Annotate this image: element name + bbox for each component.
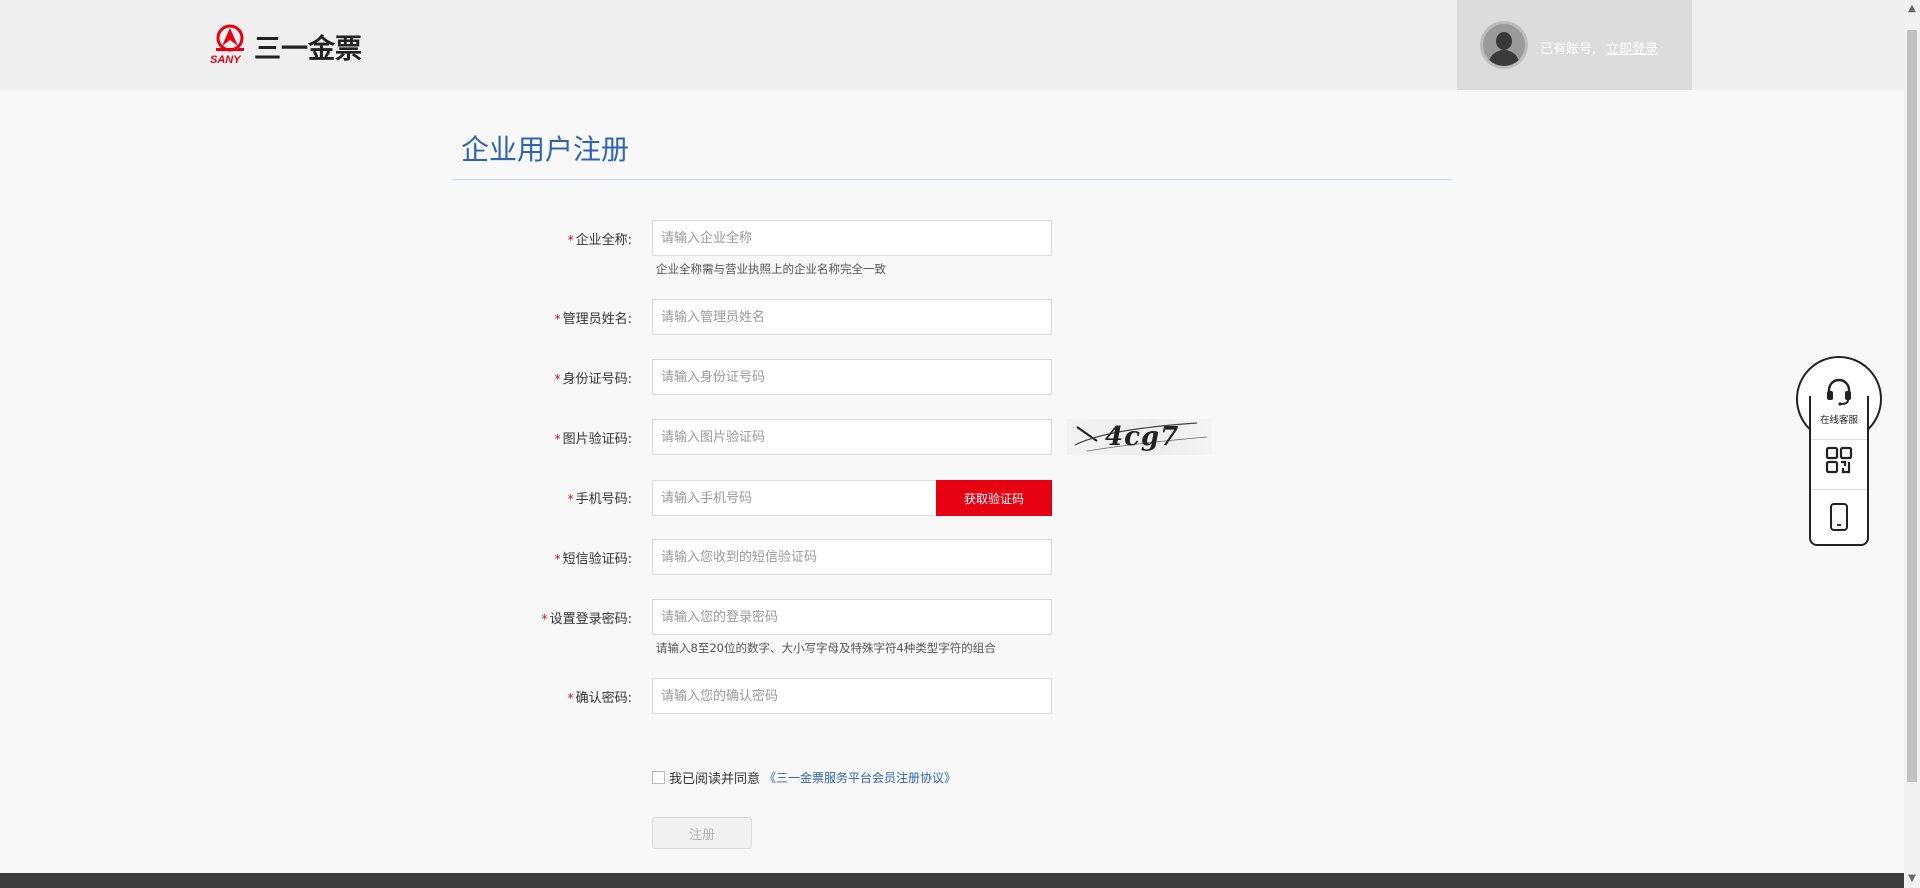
required-mark: * — [554, 432, 561, 446]
agreement-link[interactable]: 《三一金票服务平台会员注册协议》 — [764, 769, 956, 786]
required-mark: * — [567, 691, 574, 705]
required-mark: * — [567, 492, 574, 506]
title-divider — [452, 179, 1452, 180]
required-mark: * — [567, 233, 574, 247]
required-mark: * — [554, 312, 561, 326]
online-service-label: 在线客服 — [1819, 415, 1858, 426]
id-number-label: * 身份证号码: — [554, 372, 632, 387]
headset-icon — [1827, 378, 1851, 406]
scroll-up-arrow-icon[interactable]: ▲ — [1907, 4, 1917, 14]
page-scrollbar[interactable]: ▲ ▼ — [1904, 0, 1920, 888]
required-mark: * — [541, 612, 548, 626]
get-sms-code-button[interactable]: 获取验证码 — [936, 480, 1052, 516]
required-mark: * — [554, 372, 561, 386]
footer-bar — [0, 873, 1904, 888]
login-prompt: 已有账号, 立即登录 — [1540, 38, 1658, 57]
password-hint: 请输入8至20位的数字、大小写字母及特殊字符4种类型字符的组合 — [656, 641, 996, 655]
qrcode-icon — [1825, 446, 1853, 474]
floating-service-widget: 在线客服 — [1796, 356, 1882, 546]
logo-word: SANY — [210, 54, 241, 66]
mobile-phone-icon — [1830, 503, 1848, 531]
qrcode-button[interactable] — [1825, 446, 1853, 474]
scroll-down-arrow-icon[interactable]: ▼ — [1907, 874, 1917, 884]
has-account-text: 已有账号, — [1540, 42, 1597, 57]
sms-code-label: * 短信验证码: — [554, 552, 632, 567]
image-captcha-input[interactable] — [652, 419, 1052, 455]
image-captcha-label: * 图片验证码: — [554, 432, 632, 447]
sany-logo[interactable]: SANY 三一金票 — [210, 24, 362, 68]
sany-emblem-icon — [216, 24, 244, 52]
login-link[interactable]: 立即登录 — [1606, 42, 1658, 57]
agreement-checkbox[interactable] — [652, 771, 665, 784]
page-title: 企业用户注册 — [461, 133, 630, 166]
company-name-label: * 企业全称: — [567, 233, 632, 248]
phone-label: * 手机号码: — [567, 492, 632, 507]
company-name-input[interactable] — [652, 220, 1052, 256]
agreement-row: 我已阅读并同意 《三一金票服务平台会员注册协议》 — [652, 768, 956, 787]
top-header: SANY 三一金票 已有账号, 立即登录 — [0, 0, 1904, 90]
scroll-thumb[interactable] — [1907, 30, 1917, 782]
register-button[interactable]: 注册 — [652, 817, 752, 849]
confirm-password-label: * 确认密码: — [567, 691, 632, 706]
login-box: 已有账号, 立即登录 — [1457, 0, 1692, 90]
mobile-button[interactable] — [1829, 502, 1849, 532]
captcha-text: 4cg7 — [1105, 422, 1180, 452]
captcha-image[interactable]: 4cg7 — [1067, 419, 1212, 455]
password-input[interactable] — [652, 599, 1052, 635]
online-service-button[interactable]: 在线客服 — [1796, 376, 1882, 426]
admin-name-label: * 管理员姓名: — [554, 312, 632, 327]
confirm-password-input[interactable] — [652, 678, 1052, 714]
password-label: * 设置登录密码: — [541, 612, 632, 627]
logo-text: 三一金票 — [254, 33, 362, 65]
company-name-hint: 企业全称需与营业执照上的企业名称完全一致 — [656, 262, 886, 276]
sany-logo-mark: SANY — [210, 24, 250, 68]
id-number-input[interactable] — [652, 359, 1052, 395]
avatar — [1480, 21, 1528, 69]
required-mark: * — [554, 552, 561, 566]
agreement-text: 我已阅读并同意 — [669, 772, 761, 787]
sms-code-input[interactable] — [652, 539, 1052, 575]
admin-name-input[interactable] — [652, 299, 1052, 335]
phone-input[interactable] — [652, 480, 937, 516]
